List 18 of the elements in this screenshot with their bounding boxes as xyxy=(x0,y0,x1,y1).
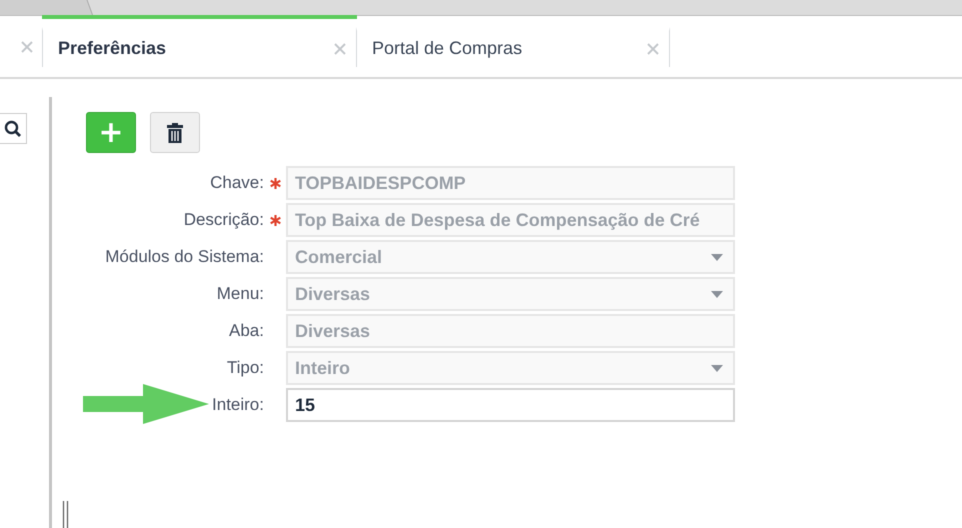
field-label: Tipo: xyxy=(226,358,264,378)
tab[interactable]: Portal de Compras xyxy=(356,26,670,66)
add-button[interactable]: + xyxy=(86,112,136,153)
caret-icon xyxy=(711,364,723,372)
field-label: Inteiro: xyxy=(211,395,264,415)
field-label: Chave: xyxy=(209,173,264,193)
delete-button[interactable] xyxy=(150,112,200,153)
caret-icon xyxy=(711,290,723,298)
splitter-handle-icon[interactable] xyxy=(62,501,70,528)
search-icon xyxy=(4,120,22,138)
field-label: Aba: xyxy=(228,321,264,341)
search-button[interactable] xyxy=(0,113,27,144)
input-field[interactable]: 15 xyxy=(286,388,735,422)
caret-icon xyxy=(711,254,723,260)
field-label: Menu: xyxy=(216,284,264,304)
field-label: Módulos do Sistema: xyxy=(104,247,264,267)
field-label: Descrição: xyxy=(182,210,264,230)
trash-icon xyxy=(166,122,184,144)
